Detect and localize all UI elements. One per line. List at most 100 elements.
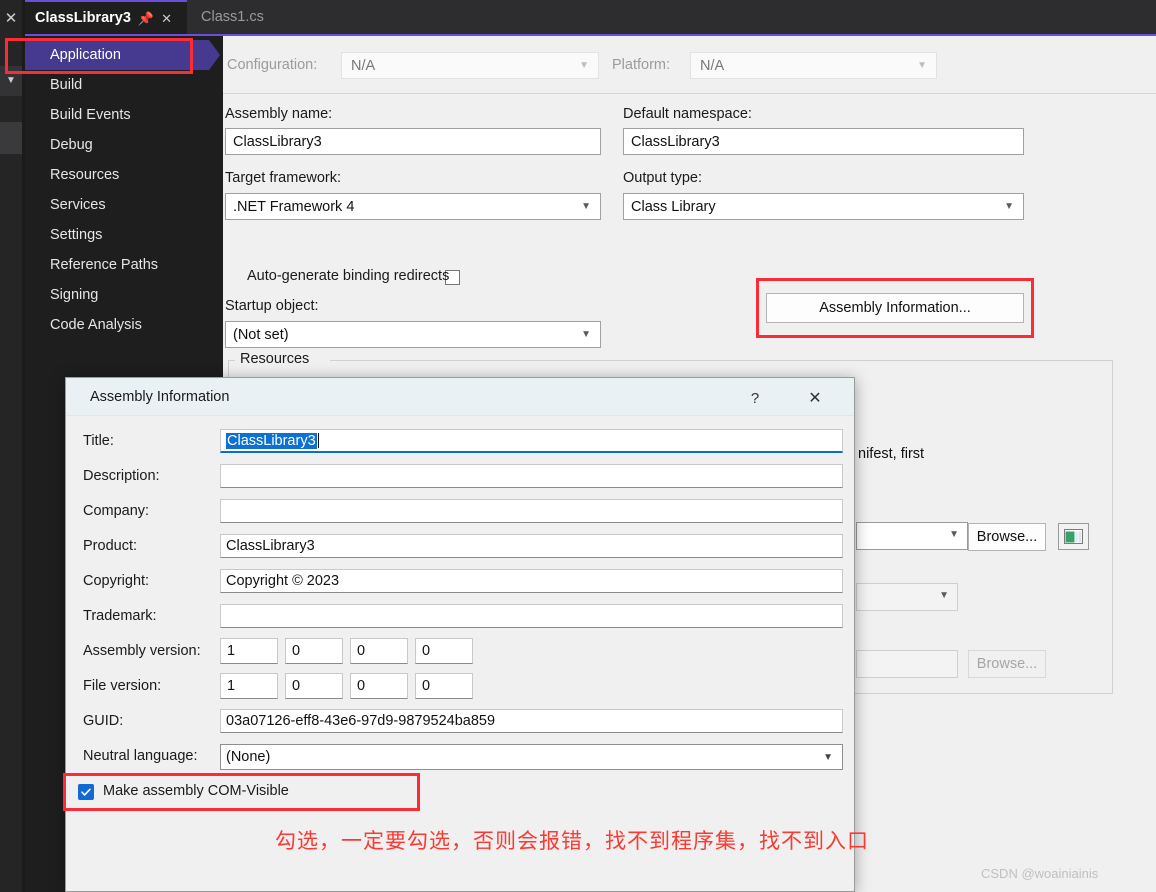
- title-input[interactable]: ClassLibrary3: [220, 429, 843, 453]
- browse-button-disabled: Browse...: [968, 650, 1046, 678]
- value: 0: [357, 678, 366, 694]
- divider: [223, 93, 1156, 94]
- close-icon[interactable]: ✕: [0, 8, 22, 30]
- chevron-down-icon[interactable]: ▼: [0, 72, 22, 90]
- assembly-version-revision[interactable]: 0: [415, 638, 473, 664]
- browse-label: Browse...: [976, 529, 1038, 545]
- assembly-information-dialog: Assembly Information ? ✕ Title: ClassLib…: [65, 377, 855, 892]
- trademark-input[interactable]: [220, 604, 843, 628]
- assembly-version-major[interactable]: 1: [220, 638, 278, 664]
- value: 0: [357, 643, 366, 659]
- target-framework-select[interactable]: .NET Framework 4 ▼: [225, 193, 601, 220]
- auto-generate-binding-redirects-label: Auto-generate binding redirects: [247, 268, 450, 284]
- file-version-minor[interactable]: 0: [285, 673, 343, 699]
- sidebar-item-signing[interactable]: Signing: [25, 280, 223, 310]
- title-label: Title:: [83, 433, 114, 449]
- file-version-major[interactable]: 1: [220, 673, 278, 699]
- sidebar-item-label: Reference Paths: [50, 257, 159, 273]
- pin-icon[interactable]: 📌: [138, 12, 154, 25]
- rail-chip-lower: [0, 122, 22, 154]
- checkmark-icon: [81, 788, 91, 796]
- target-framework-label: Target framework:: [225, 170, 342, 186]
- output-type-select[interactable]: Class Library ▼: [623, 193, 1024, 220]
- trademark-label: Trademark:: [83, 608, 157, 624]
- output-type-label: Output type:: [623, 170, 702, 186]
- sidebar-item-code-analysis[interactable]: Code Analysis: [25, 310, 223, 340]
- copyright-input[interactable]: Copyright © 2023: [220, 569, 843, 593]
- dialog-title-bar: Assembly Information ? ✕: [66, 378, 854, 416]
- icon-select[interactable]: ▼: [856, 583, 958, 611]
- chevron-down-icon: ▼: [823, 751, 833, 763]
- sidebar-item-label: Resources: [50, 167, 120, 183]
- platform-select[interactable]: N/A ▼: [690, 52, 937, 79]
- configuration-bar: Configuration: N/A ▼ Platform: N/A ▼: [223, 36, 1156, 93]
- default-namespace-input[interactable]: ClassLibrary3: [623, 128, 1024, 155]
- value: 0: [422, 678, 431, 694]
- company-label: Company:: [83, 503, 150, 519]
- make-assembly-com-visible-label: Make assembly COM-Visible: [103, 783, 289, 799]
- target-framework-value: .NET Framework 4: [233, 198, 355, 215]
- resources-group-border: [330, 360, 1113, 361]
- product-label: Product:: [83, 538, 137, 554]
- assembly-information-button[interactable]: Assembly Information...: [766, 293, 1024, 323]
- sidebar-item-application[interactable]: Application: [25, 40, 220, 70]
- startup-object-select[interactable]: (Not set) ▼: [225, 321, 601, 348]
- sidebar-item-settings[interactable]: Settings: [25, 220, 223, 250]
- chevron-down-icon: ▼: [939, 590, 949, 601]
- tab-label: ClassLibrary3: [35, 10, 131, 26]
- guid-input[interactable]: 03a07126-eff8-43e6-97d9-9879524ba859: [220, 709, 843, 733]
- neutral-language-value: (None): [226, 749, 271, 765]
- sidebar-item-label: Services: [50, 197, 106, 213]
- tab-classlibrary3[interactable]: ClassLibrary3 📌 ✕: [25, 0, 187, 34]
- configuration-select[interactable]: N/A ▼: [341, 52, 599, 79]
- manifest-select[interactable]: ▼: [856, 522, 968, 550]
- description-input[interactable]: [220, 464, 843, 488]
- file-version-revision[interactable]: 0: [415, 673, 473, 699]
- chevron-down-icon: ▼: [579, 60, 589, 71]
- neutral-language-select[interactable]: (None) ▼: [220, 744, 843, 770]
- assembly-version-label: Assembly version:: [83, 643, 201, 659]
- sidebar-item-resources[interactable]: Resources: [25, 160, 223, 190]
- startup-object-value: (Not set): [233, 326, 289, 343]
- guid-label: GUID:: [83, 713, 124, 729]
- sidebar-item-label: Build: [50, 77, 83, 93]
- manifest-note-text: nifest, first: [858, 446, 925, 462]
- sidebar-item-label: Application: [50, 47, 121, 63]
- sidebar-item-debug[interactable]: Debug: [25, 130, 223, 160]
- sidebar-item-build-events[interactable]: Build Events: [25, 100, 223, 130]
- resource-file-input[interactable]: [856, 650, 958, 678]
- tab-strip: ClassLibrary3 📌 ✕ Class1.cs: [25, 0, 1156, 34]
- startup-object-label: Startup object:: [225, 298, 319, 314]
- assembly-information-label: Assembly Information...: [819, 300, 971, 316]
- company-input[interactable]: [220, 499, 843, 523]
- value: 1: [227, 643, 236, 659]
- close-icon[interactable]: ✕: [798, 386, 832, 410]
- configuration-label: Configuration:: [227, 57, 318, 73]
- description-label: Description:: [83, 468, 160, 484]
- product-input[interactable]: ClassLibrary3: [220, 534, 843, 558]
- make-assembly-com-visible-checkbox[interactable]: [78, 784, 94, 800]
- output-type-value: Class Library: [631, 198, 716, 215]
- file-version-build[interactable]: 0: [350, 673, 408, 699]
- sidebar-item-label: Signing: [50, 287, 99, 303]
- assembly-version-build[interactable]: 0: [350, 638, 408, 664]
- close-icon[interactable]: ✕: [161, 12, 172, 25]
- value: 0: [292, 678, 301, 694]
- value: 0: [422, 643, 431, 659]
- guid-value: 03a07126-eff8-43e6-97d9-9879524ba859: [226, 713, 496, 729]
- chevron-down-icon: ▼: [949, 529, 959, 540]
- browse-button[interactable]: Browse...: [968, 523, 1046, 551]
- sidebar-item-label: Settings: [50, 227, 103, 243]
- help-icon[interactable]: ?: [738, 386, 772, 410]
- text-cursor: [317, 433, 319, 448]
- assembly-version-minor[interactable]: 0: [285, 638, 343, 664]
- sidebar-item-build[interactable]: Build: [25, 70, 223, 100]
- sidebar-item-reference-paths[interactable]: Reference Paths: [25, 250, 223, 280]
- default-namespace-label: Default namespace:: [623, 106, 752, 122]
- resource-preview-icon[interactable]: [1058, 523, 1089, 550]
- platform-value: N/A: [700, 57, 725, 74]
- tab-class1-cs[interactable]: Class1.cs: [187, 0, 313, 34]
- assembly-name-input[interactable]: ClassLibrary3: [225, 128, 601, 155]
- sidebar-item-services[interactable]: Services: [25, 190, 223, 220]
- left-rail: ✕ ▼: [0, 0, 22, 892]
